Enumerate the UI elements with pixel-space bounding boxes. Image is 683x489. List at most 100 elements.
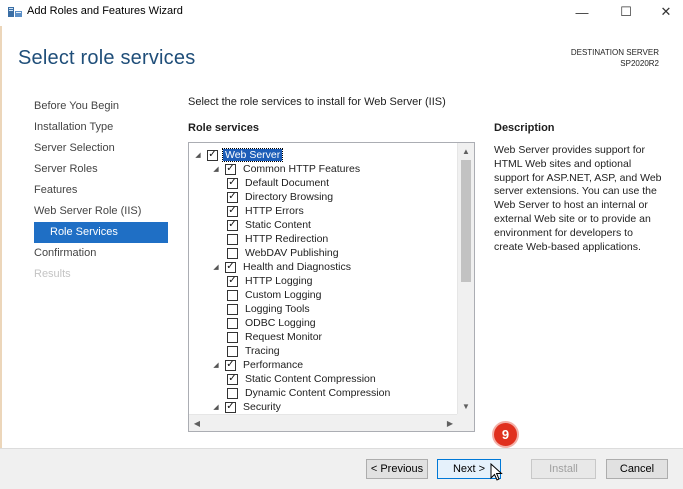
tree-row[interactable]: Dynamic Content Compression <box>227 386 392 400</box>
tree-row[interactable]: Custom Logging <box>227 288 323 302</box>
tree-item-label[interactable]: Health and Diagnostics <box>241 261 353 273</box>
tree-row[interactable]: ✓ HTTP Errors <box>227 204 306 218</box>
tree-row[interactable]: ✓ Static Content Compression <box>227 372 378 386</box>
tree-row[interactable]: ◢ ✓ Health and Diagnostics <box>211 260 353 274</box>
tree-row[interactable]: Request Monitor <box>227 330 324 344</box>
vertical-scrollbar[interactable]: ▲ ▼ <box>457 143 474 415</box>
checkbox[interactable]: ✓ <box>225 359 236 371</box>
checkbox[interactable]: ✓ <box>227 177 238 189</box>
scroll-left-icon[interactable]: ◀ <box>189 415 205 431</box>
nav-item-server-selection[interactable]: Server Selection <box>34 138 174 159</box>
tree-item-label[interactable]: Static Content Compression <box>243 373 378 385</box>
tree-row[interactable]: ✓ Static Content <box>227 218 313 232</box>
checkbox[interactable] <box>227 331 238 343</box>
tree-item-label[interactable]: HTTP Logging <box>243 275 315 287</box>
mouse-cursor-icon <box>490 463 503 481</box>
checkbox[interactable]: ✓ <box>227 219 238 231</box>
nav-item-confirmation[interactable]: Confirmation <box>34 243 174 264</box>
description-text: Web Server provides support for HTML Web… <box>494 144 662 253</box>
tree-item-label[interactable]: Static Content <box>243 219 313 231</box>
tree-row[interactable]: Logging Tools <box>227 302 312 316</box>
checkbox[interactable]: ✓ <box>227 275 238 287</box>
checkbox[interactable]: ✓ <box>225 401 236 413</box>
tree-row[interactable]: WebDAV Publishing <box>227 246 341 260</box>
checkbox[interactable]: ✓ <box>207 149 218 161</box>
checkbox[interactable] <box>227 387 238 399</box>
scroll-right-icon[interactable]: ▶ <box>442 415 458 431</box>
tree-row[interactable]: ◢ ✓ Security <box>211 400 283 414</box>
nav-item-results: Results <box>34 268 71 280</box>
checkbox[interactable] <box>227 289 238 301</box>
tree-item-label[interactable]: WebDAV Publishing <box>243 247 341 259</box>
install-button: Install <box>531 459 596 479</box>
cancel-button[interactable]: Cancel <box>606 459 668 479</box>
tree-item-label[interactable]: Common HTTP Features <box>241 163 362 175</box>
checkbox[interactable]: ✓ <box>225 163 236 175</box>
scroll-down-icon[interactable]: ▼ <box>458 398 474 415</box>
step-number-badge: 9 <box>492 421 519 448</box>
nav-item-role-services[interactable]: Role Services <box>34 222 168 243</box>
destination-name: SP2020R2 <box>620 59 659 68</box>
tree-row[interactable]: Tracing <box>227 344 282 358</box>
checkbox[interactable]: ✓ <box>225 261 236 273</box>
minimize-button[interactable]: — <box>562 0 602 24</box>
checkbox[interactable] <box>227 233 238 245</box>
expand-arrow-icon[interactable]: ◢ <box>211 165 221 173</box>
page-title: Select role services <box>18 47 196 69</box>
nav-item-installation-type[interactable]: Installation Type <box>34 117 174 138</box>
destination-server: DESTINATION SERVER SP2020R2 <box>571 47 659 69</box>
tree-item-label[interactable]: Request Monitor <box>243 331 324 343</box>
description-header: Description <box>494 122 555 134</box>
tree-item-label[interactable]: Logging Tools <box>243 303 312 315</box>
tree-row[interactable]: ✓ HTTP Logging <box>227 274 315 288</box>
maximize-button[interactable]: ☐ <box>606 0 646 24</box>
tree-item-label[interactable]: ODBC Logging <box>243 317 318 329</box>
window-title: Add Roles and Features Wizard <box>27 5 183 17</box>
checkbox[interactable] <box>227 345 238 357</box>
tree-row[interactable]: ◢ ✓ Web Server <box>193 148 284 162</box>
scroll-thumb[interactable] <box>461 160 471 282</box>
nav-item-web-server-role[interactable]: Web Server Role (IIS) <box>34 201 174 222</box>
expand-arrow-icon[interactable]: ◢ <box>193 151 203 159</box>
server-manager-icon <box>8 7 22 17</box>
nav-item-features[interactable]: Features <box>34 180 174 201</box>
checkbox[interactable]: ✓ <box>227 191 238 203</box>
tree-item-label[interactable]: Dynamic Content Compression <box>243 387 392 399</box>
checkbox[interactable] <box>227 317 238 329</box>
tree-row[interactable]: ◢ ✓ Performance <box>211 358 305 372</box>
role-services-header: Role services <box>188 122 259 134</box>
expand-arrow-icon[interactable]: ◢ <box>211 403 221 411</box>
nav-item-before-you-begin[interactable]: Before You Begin <box>34 96 174 117</box>
close-button[interactable]: ✕ <box>646 0 683 24</box>
tree-item-label[interactable]: Custom Logging <box>243 289 323 301</box>
scroll-up-icon[interactable]: ▲ <box>458 143 474 160</box>
nav-item-server-roles[interactable]: Server Roles <box>34 159 174 180</box>
window-border <box>0 26 2 466</box>
tree-item-label[interactable]: Default Document <box>243 177 331 189</box>
expand-arrow-icon[interactable]: ◢ <box>211 361 221 369</box>
tree-item-label[interactable]: HTTP Errors <box>243 205 306 217</box>
tree-row[interactable]: ◢ ✓ Common HTTP Features <box>211 162 362 176</box>
tree-item-label[interactable]: Web Server <box>221 148 284 162</box>
tree-row[interactable]: ODBC Logging <box>227 316 318 330</box>
tree-item-label[interactable]: HTTP Redirection <box>243 233 330 245</box>
tree-row[interactable]: ✓ Default Document <box>227 176 331 190</box>
tree-row[interactable]: ✓ Directory Browsing <box>227 190 335 204</box>
checkbox[interactable]: ✓ <box>227 205 238 217</box>
checkbox[interactable] <box>227 247 238 259</box>
expand-arrow-icon[interactable]: ◢ <box>211 263 221 271</box>
horizontal-scrollbar[interactable]: ◀ ▶ <box>189 414 458 431</box>
tree-item-label[interactable]: Performance <box>241 359 305 371</box>
wizard-nav: Before You Begin Installation Type Serve… <box>34 96 174 285</box>
window-titlebar: Add Roles and Features Wizard — ☐ ✕ <box>0 0 683 26</box>
tree-item-label[interactable]: Security <box>241 401 283 413</box>
tree-row[interactable]: HTTP Redirection <box>227 232 330 246</box>
tree-item-label[interactable]: Directory Browsing <box>243 191 335 203</box>
previous-button[interactable]: < Previous <box>366 459 428 479</box>
role-services-tree[interactable]: ◢ ✓ Web Server ◢ ✓ Common HTTP Features ✓ Defau… <box>188 142 475 432</box>
checkbox[interactable]: ✓ <box>227 373 238 385</box>
destination-label: DESTINATION SERVER <box>570 48 659 57</box>
checkbox[interactable] <box>227 303 238 315</box>
tree-item-label[interactable]: Tracing <box>243 345 282 357</box>
instruction-text: Select the role services to install for … <box>188 96 446 108</box>
